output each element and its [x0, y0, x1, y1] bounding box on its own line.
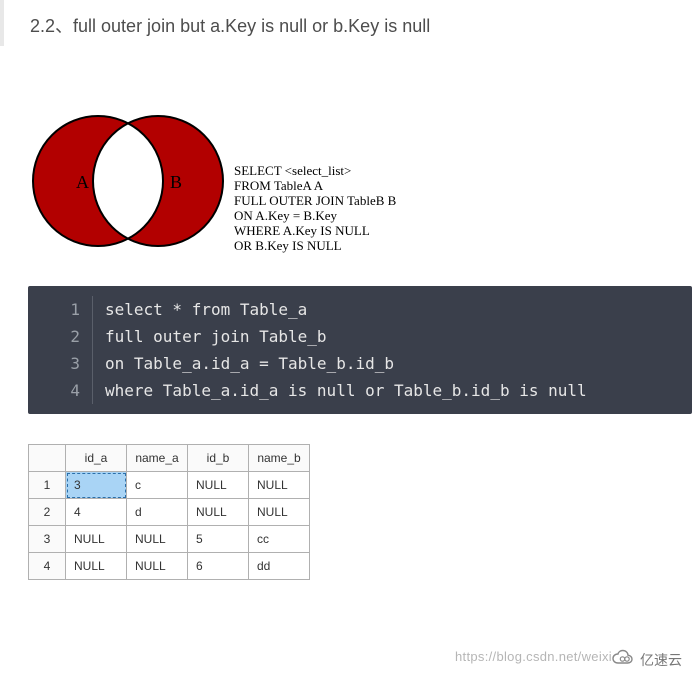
table-cell[interactable]: cc	[249, 526, 310, 553]
table-cell[interactable]: NULL	[127, 553, 188, 580]
table-cell[interactable]: NULL	[188, 499, 249, 526]
row-number[interactable]: 2	[29, 499, 66, 526]
table-cell[interactable]: NULL	[66, 526, 127, 553]
table-header-row: id_a name_a id_b name_b	[29, 445, 310, 472]
code-text: select * from Table_a	[93, 296, 307, 323]
row-number[interactable]: 3	[29, 526, 66, 553]
line-number: 4	[28, 377, 93, 404]
sql-caption: SELECT <select_list> FROM TableA A FULL …	[234, 164, 396, 256]
corner-cell	[29, 445, 66, 472]
venn-figure: A B SELECT <select_list> FROM TableA A F…	[28, 106, 692, 256]
code-line: 1 select * from Table_a	[28, 286, 692, 323]
column-header[interactable]: id_b	[188, 445, 249, 472]
column-header[interactable]: name_a	[127, 445, 188, 472]
table-row: 3 NULL NULL 5 cc	[29, 526, 310, 553]
row-number[interactable]: 1	[29, 472, 66, 499]
table-row: 4 NULL NULL 6 dd	[29, 553, 310, 580]
sql-caption-line: FROM TableA A	[234, 179, 396, 194]
brand-badge: 亿速云	[610, 649, 682, 670]
cloud-icon	[610, 649, 636, 670]
table-cell[interactable]: 5	[188, 526, 249, 553]
column-header[interactable]: id_a	[66, 445, 127, 472]
venn-label-a: A	[76, 172, 89, 192]
table-cell[interactable]: c	[127, 472, 188, 499]
line-number: 2	[28, 323, 93, 350]
section-heading: 2.2、full outer join but a.Key is null or…	[0, 0, 692, 46]
table-cell[interactable]: 6	[188, 553, 249, 580]
sql-caption-line: ON A.Key = B.Key	[234, 209, 396, 224]
table-cell[interactable]: 4	[66, 499, 127, 526]
result-table: id_a name_a id_b name_b 1 3 c NULL NULL …	[28, 444, 310, 580]
code-line: 2 full outer join Table_b	[28, 323, 692, 350]
sql-caption-line: WHERE A.Key IS NULL	[234, 224, 396, 239]
table-cell[interactable]: 3	[66, 472, 127, 499]
table-row: 2 4 d NULL NULL	[29, 499, 310, 526]
table-cell[interactable]: NULL	[66, 553, 127, 580]
table-cell[interactable]: dd	[249, 553, 310, 580]
table-row: 1 3 c NULL NULL	[29, 472, 310, 499]
row-number[interactable]: 4	[29, 553, 66, 580]
table-cell[interactable]: NULL	[188, 472, 249, 499]
watermark-text: https://blog.csdn.net/weixi	[455, 649, 612, 664]
table-cell[interactable]: NULL	[249, 499, 310, 526]
sql-caption-line: FULL OUTER JOIN TableB B	[234, 194, 396, 209]
sql-caption-line: OR B.Key IS NULL	[234, 239, 396, 254]
table-cell[interactable]: NULL	[127, 526, 188, 553]
line-number: 3	[28, 350, 93, 377]
code-line: 4 where Table_a.id_a is null or Table_b.…	[28, 377, 692, 414]
brand-text: 亿速云	[640, 650, 682, 670]
code-block[interactable]: 1 select * from Table_a 2 full outer joi…	[28, 286, 692, 414]
line-number: 1	[28, 296, 93, 323]
sql-caption-line: SELECT <select_list>	[234, 164, 396, 179]
code-line: 3 on Table_a.id_a = Table_b.id_b	[28, 350, 692, 377]
column-header[interactable]: name_b	[249, 445, 310, 472]
code-text: full outer join Table_b	[93, 323, 327, 350]
code-text: on Table_a.id_a = Table_b.id_b	[93, 350, 394, 377]
venn-label-b: B	[170, 172, 182, 192]
table-cell[interactable]: d	[127, 499, 188, 526]
table-cell[interactable]: NULL	[249, 472, 310, 499]
venn-diagram: A B	[28, 106, 228, 256]
code-text: where Table_a.id_a is null or Table_b.id…	[93, 377, 587, 404]
